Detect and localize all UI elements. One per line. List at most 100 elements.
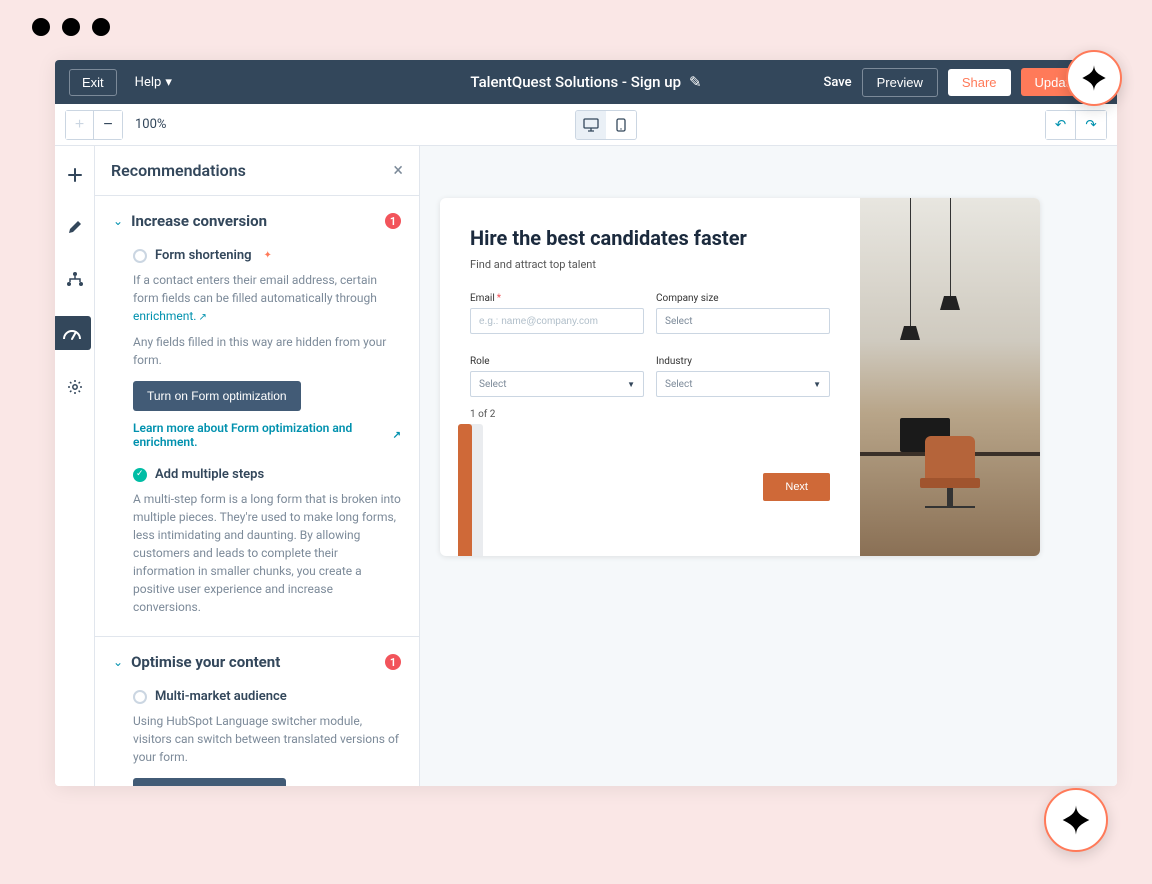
gear-icon: [67, 379, 83, 395]
form-footer: 1 of 2 Next: [470, 397, 830, 556]
exit-button[interactable]: Exit: [69, 69, 117, 96]
edit-tool[interactable]: [60, 212, 90, 242]
sparkle-icon: ✦: [264, 250, 272, 261]
sitemap-icon: [66, 271, 84, 287]
section-title: Increase conversion: [131, 212, 377, 230]
chevron-down-icon: ⌄: [113, 214, 123, 228]
progress-fill: [458, 424, 472, 556]
help-label: Help: [135, 75, 162, 90]
chevron-down-icon: ⌄: [113, 655, 123, 669]
browser-traffic-lights: [0, 0, 1152, 54]
form-content: Hire the best candidates faster Find and…: [440, 198, 860, 556]
panel-header: Recommendations ×: [95, 146, 419, 196]
redo-button[interactable]: ↷: [1076, 111, 1106, 139]
device-toggle: [575, 110, 637, 140]
item-title: Form shortening: [155, 248, 252, 263]
undo-button[interactable]: ↶: [1046, 111, 1076, 139]
mobile-icon: [616, 118, 626, 132]
settings-tool[interactable]: [60, 372, 90, 402]
field-row-1: Email* Company size Select: [470, 293, 830, 334]
optimize-tool[interactable]: [55, 316, 91, 350]
chevron-down-icon: ▼: [813, 380, 821, 389]
learn-more-link[interactable]: Learn more about Form optimization and e…: [133, 421, 401, 449]
unchecked-icon: [133, 249, 147, 263]
check-icon: [133, 468, 147, 482]
select-value: Select: [665, 316, 692, 327]
item-header: Multi-market audience: [133, 689, 401, 704]
section-optimise-header[interactable]: ⌄ Optimise your content 1: [113, 653, 401, 671]
field-industry: Industry Select ▼: [656, 356, 830, 397]
section-title: Optimise your content: [131, 653, 377, 671]
plus-icon: [67, 167, 83, 183]
item-title: Multi-market audience: [155, 689, 287, 704]
chevron-down-icon: ▼: [627, 380, 635, 389]
field-role: Role Select ▼: [470, 356, 644, 397]
page-title-text: TalentQuest Solutions - Sign up: [470, 73, 681, 91]
section-conversion-header[interactable]: ⌄ Increase conversion 1: [113, 212, 401, 230]
turn-on-optimization-button[interactable]: Turn on Form optimization: [133, 381, 301, 411]
sparkle-icon: [1060, 804, 1092, 836]
item-multi-market: Multi-market audience Using HubSpot Lang…: [133, 689, 401, 786]
select-value: Select: [479, 379, 506, 390]
notification-badge: 1: [385, 654, 401, 670]
item-header: Form shortening ✦: [133, 248, 401, 263]
zoom-stepper: + −: [65, 110, 123, 140]
item-description: A multi-step form is a long form that is…: [133, 490, 401, 616]
structure-tool[interactable]: [60, 264, 90, 294]
link-text: enrichment.: [133, 309, 196, 323]
enrichment-link[interactable]: enrichment.↗: [133, 309, 207, 323]
left-rail: [55, 146, 95, 786]
main-area: Recommendations × ⌄ Increase conversion …: [55, 146, 1117, 786]
field-row-2: Role Select ▼ Industry Select ▼: [470, 356, 830, 397]
item-title: Add multiple steps: [155, 467, 264, 482]
undo-redo-group: ↶ ↷: [1045, 110, 1107, 140]
gauge-icon: [62, 325, 82, 341]
industry-label: Industry: [656, 356, 830, 367]
zoom-in-button[interactable]: +: [66, 111, 94, 139]
company-size-select[interactable]: Select: [656, 308, 830, 334]
desktop-view-button[interactable]: [576, 111, 606, 139]
field-email: Email*: [470, 293, 644, 334]
chevron-down-icon: ▾: [165, 75, 172, 90]
top-actions: Save Preview Share Update ▾: [823, 68, 1103, 97]
zoom-out-button[interactable]: −: [94, 111, 122, 139]
help-menu[interactable]: Help ▾: [135, 75, 172, 90]
ai-assistant-button-top[interactable]: [1066, 50, 1122, 106]
form-hero-image: [860, 198, 1040, 556]
label-text: Email: [470, 293, 495, 304]
top-bar: Exit Help ▾ TalentQuest Solutions - Sign…: [55, 60, 1117, 104]
email-input[interactable]: [470, 308, 644, 334]
sparkle-icon: [1080, 64, 1108, 92]
mobile-view-button[interactable]: [606, 111, 636, 139]
add-language-switcher-button[interactable]: Add Language switcher: [133, 778, 286, 786]
canvas[interactable]: Hire the best candidates faster Find and…: [420, 146, 1117, 786]
item-header: Add multiple steps: [133, 467, 401, 482]
section-optimise: ⌄ Optimise your content 1 Multi-market a…: [95, 637, 419, 786]
lamp-decoration: [910, 198, 911, 338]
page-title: TalentQuest Solutions - Sign up ✎: [470, 73, 701, 91]
save-button[interactable]: Save: [823, 75, 851, 90]
toolbar: + − 100% ↶ ↷: [55, 104, 1117, 146]
form-subheading: Find and attract top talent: [470, 258, 830, 271]
preview-button[interactable]: Preview: [862, 68, 938, 97]
app-window: Exit Help ▾ TalentQuest Solutions - Sign…: [55, 60, 1117, 786]
close-panel-button[interactable]: ×: [393, 160, 403, 181]
industry-select[interactable]: Select ▼: [656, 371, 830, 397]
recommendations-panel: Recommendations × ⌄ Increase conversion …: [95, 146, 420, 786]
lamp-decoration: [950, 198, 951, 308]
company-size-label: Company size: [656, 293, 830, 304]
item-description: If a contact enters their email address,…: [133, 271, 401, 325]
panel-title: Recommendations: [111, 161, 246, 180]
unchecked-icon: [133, 690, 147, 704]
ai-assistant-button-bottom[interactable]: [1044, 788, 1108, 852]
next-button[interactable]: Next: [763, 473, 830, 501]
item-description-2: Any fields filled in this way are hidden…: [133, 333, 401, 369]
edit-icon[interactable]: ✎: [689, 73, 702, 91]
item-description: Using HubSpot Language switcher module, …: [133, 712, 401, 766]
add-tool[interactable]: [60, 160, 90, 190]
role-select[interactable]: Select ▼: [470, 371, 644, 397]
share-button[interactable]: Share: [948, 69, 1011, 96]
required-indicator: *: [497, 293, 501, 304]
form-preview: Hire the best candidates faster Find and…: [440, 198, 1040, 556]
progress-bar: [458, 424, 483, 556]
